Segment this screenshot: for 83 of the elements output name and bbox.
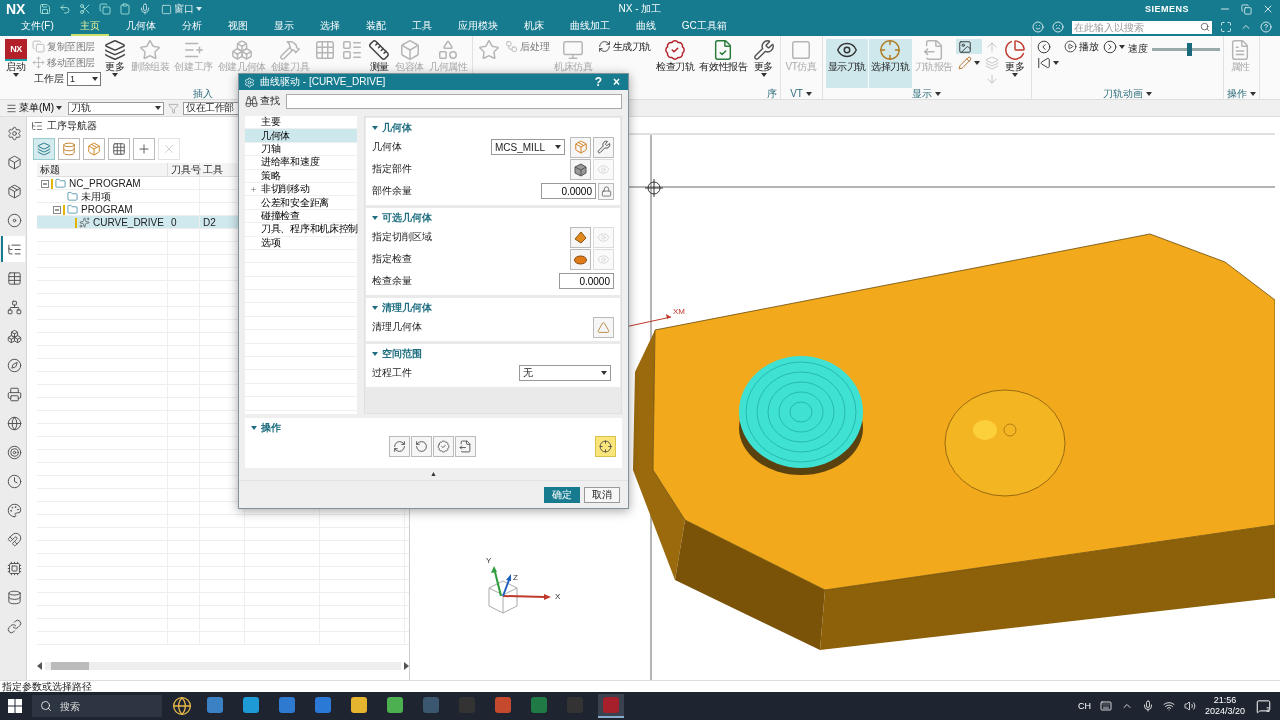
ribbon-button[interactable]: 显示刀轨 (825, 39, 869, 88)
ribbon-button[interactable]: 有效性报告 (697, 39, 750, 88)
axis-label: Z (513, 573, 518, 582)
clock-date: 2024/3/20 (1204, 706, 1245, 717)
section-header[interactable]: 几何体 (372, 120, 614, 136)
clock-time: 21:56 (1213, 695, 1237, 706)
slider-label: 速度 (1128, 42, 1149, 56)
group-label: 操作 (1227, 88, 1248, 99)
ribbon-button[interactable]: 播放 (1061, 39, 1101, 54)
menu-tab[interactable]: 视图 (218, 18, 257, 36)
input-language[interactable]: CH (1077, 701, 1091, 711)
taskbar-search-box[interactable]: 搜索 (32, 695, 162, 717)
column-header[interactable]: 刀具号 (168, 163, 200, 177)
dialog-nav-item[interactable]: 几何体 (245, 129, 357, 143)
field-label: 指定切削区域 (372, 230, 432, 244)
tree-item-label: PROGRAM (80, 203, 133, 216)
ok-button[interactable]: 确定 (544, 486, 580, 503)
tree-item-label: 未用项 (80, 190, 111, 203)
field-label: 检查余量 (372, 274, 412, 288)
group-label: 插入 (193, 88, 213, 99)
axis-label: XM (673, 307, 685, 316)
dialog-nav-item[interactable]: 主要 (245, 116, 357, 130)
dialog-nav-item[interactable]: 进给率和速度 (245, 156, 357, 170)
group-label: 显示 (912, 88, 933, 99)
close-button[interactable]: × (610, 75, 623, 89)
dialog-title: 曲线驱动 - [CURVE_DRIVE] (260, 75, 386, 89)
field-label: 清理几何体 (372, 320, 422, 334)
app-logo: NX (6, 1, 26, 17)
group-label: VT (790, 88, 803, 99)
ribbon-button[interactable]: 更多 (1001, 39, 1028, 88)
menu-tab[interactable]: 分析 (172, 18, 211, 36)
table-cell: 0 (168, 216, 200, 229)
layer-select[interactable]: 1 (67, 72, 101, 86)
stock-input[interactable]: 0.0000 (541, 183, 596, 199)
menu-tab[interactable]: 曲线 (626, 18, 665, 36)
workpiece-select[interactable]: 无 (519, 365, 611, 381)
nx-logo: NX (5, 39, 27, 61)
dialog-nav-item[interactable]: 刀具、程序和机床控制 (245, 223, 357, 237)
menu-tab[interactable]: 曲线加工 (560, 18, 619, 36)
axis-label: X (555, 592, 561, 601)
ribbon-button[interactable]: 选择刀轨 (869, 39, 912, 88)
menu-tab[interactable]: GC工具箱 (672, 18, 736, 36)
field-label: 工作层 (34, 72, 64, 86)
ribbon-button[interactable]: 更多 (102, 39, 128, 88)
menu-tab[interactable]: 文件(F) (12, 18, 63, 36)
search-field[interactable]: 在此输入以搜索 (1072, 20, 1212, 34)
window-menu[interactable]: 窗口 (159, 2, 205, 16)
section-header[interactable]: 清理几何体 (372, 300, 614, 316)
dialog-nav-item[interactable]: 公差和安全距离 (245, 196, 357, 210)
menu-tab[interactable]: 选择 (310, 18, 349, 36)
tree-item-label: NC_PROGRAM (68, 177, 141, 190)
field-label: 指定检查 (372, 252, 412, 266)
group-label: 序 (766, 88, 777, 99)
menu-tab[interactable]: 几何体 (116, 18, 165, 36)
menu-tab[interactable]: 应用模块 (448, 18, 507, 36)
taskbar-search-field[interactable]: 搜索 (58, 699, 148, 713)
group-label: 刀轨动画 (1103, 88, 1143, 99)
window-title: NX - 加工 (618, 2, 662, 16)
status-text: 指定参数或选择路径 (2, 681, 92, 692)
type-filter-select[interactable]: 刀轨 (68, 101, 164, 115)
column-header[interactable]: 标题 (37, 163, 168, 177)
field-label: 过程工件 (372, 366, 412, 380)
ribbon-button[interactable]: 生成刀轨 (595, 39, 654, 54)
menu-button[interactable]: 菜单(M) (4, 101, 64, 115)
axis-label: Y (486, 556, 492, 565)
field-label: 指定部件 (372, 162, 412, 176)
tree-item-label: CURVE_DRIVE (92, 216, 164, 229)
section-header[interactable]: 操作 (251, 420, 616, 436)
ribbon-button[interactable]: 检查刀轨 (654, 39, 697, 88)
find-label: 查找 (260, 94, 280, 108)
ribbon-button[interactable]: NX 启动 (3, 39, 29, 88)
menu-tab[interactable]: 显示 (264, 18, 303, 36)
stock-input[interactable]: 0.0000 (559, 273, 614, 289)
panel-title: 工序导航器 (47, 119, 97, 133)
cancel-button[interactable]: 取消 (584, 486, 620, 503)
geometry-select[interactable]: MCS_MILL (491, 139, 565, 155)
brand-logo: SIEMENS (1145, 4, 1189, 14)
menu-tab[interactable]: 工具 (402, 18, 441, 36)
section-header[interactable]: 空间范围 (372, 346, 614, 362)
field-label: 几何体 (372, 140, 402, 154)
menu-tab[interactable]: 机床 (514, 18, 553, 36)
menu-tab[interactable]: 装配 (356, 18, 395, 36)
ribbon-button[interactable]: 更多 (750, 39, 777, 88)
